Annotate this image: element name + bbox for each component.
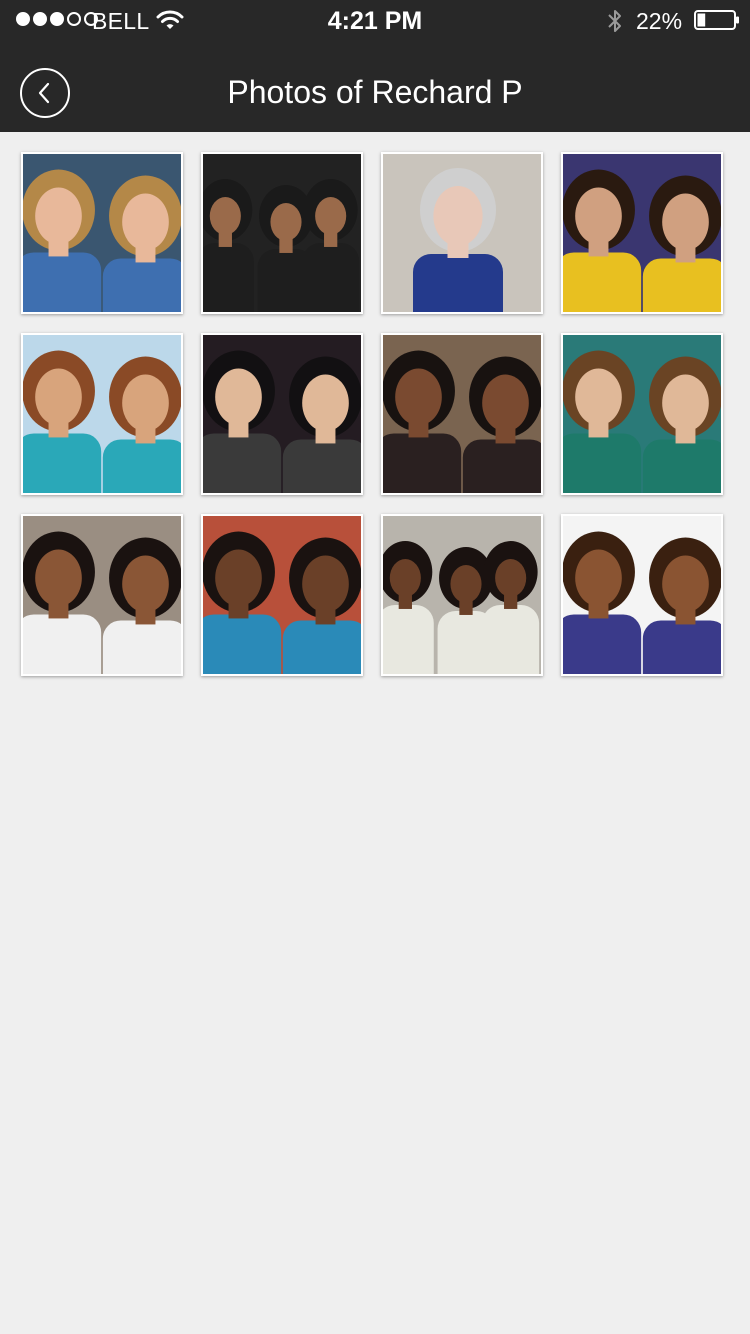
- photo-image: [383, 154, 541, 312]
- status-bar: BELL 4:21 PM 22%: [0, 0, 750, 42]
- page-title: Photos of Rechard P: [227, 74, 523, 110]
- nav-bar: Photos of Rechard P: [0, 42, 750, 132]
- photo-image: [383, 335, 541, 493]
- bluetooth-icon: [608, 10, 621, 32]
- photo-image: [23, 335, 181, 493]
- photo-grid: [21, 152, 731, 676]
- photo-image: [203, 516, 361, 674]
- photo-thumbnail[interactable]: [561, 333, 723, 495]
- photo-image: [563, 516, 721, 674]
- battery-percent: 22%: [636, 8, 683, 34]
- photo-thumbnail[interactable]: [561, 152, 723, 314]
- battery-icon: [694, 10, 739, 30]
- photo-image: [563, 154, 721, 312]
- photo-image: [203, 154, 361, 312]
- photo-image: [203, 335, 361, 493]
- photo-thumbnail[interactable]: [381, 333, 543, 495]
- photo-image: [23, 516, 181, 674]
- photo-image: [563, 335, 721, 493]
- photo-thumbnail[interactable]: [201, 514, 363, 676]
- photo-image: [383, 516, 541, 674]
- photo-thumbnail[interactable]: [21, 514, 183, 676]
- photo-thumbnail[interactable]: [201, 152, 363, 314]
- photo-thumbnail[interactable]: [381, 514, 543, 676]
- photo-thumbnail[interactable]: [21, 152, 183, 314]
- photo-thumbnail[interactable]: [201, 333, 363, 495]
- photo-thumbnail[interactable]: [561, 514, 723, 676]
- battery-fill: [697, 13, 706, 27]
- photo-thumbnail[interactable]: [381, 152, 543, 314]
- photo-thumbnail[interactable]: [21, 333, 183, 495]
- photo-image: [23, 154, 181, 312]
